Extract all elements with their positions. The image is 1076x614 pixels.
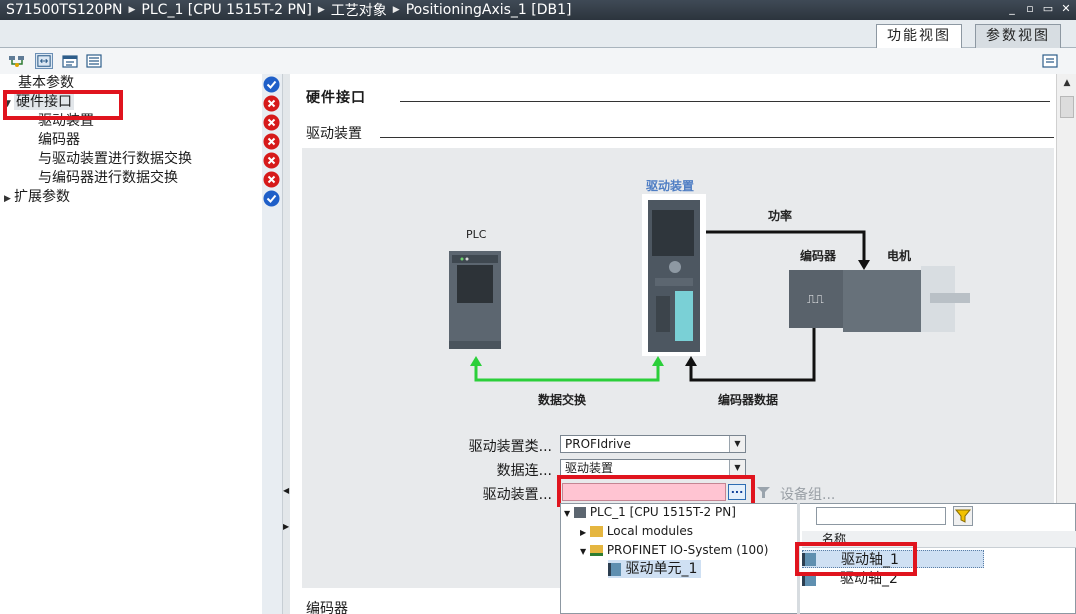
breadcrumb-axis[interactable]: PositioningAxis_1 [DB1]: [406, 2, 572, 18]
power-line: [706, 230, 866, 266]
breadcrumb-separator-icon: ▶: [317, 5, 325, 15]
tab-function-view[interactable]: 功能视图: [876, 24, 962, 49]
expand-right-icon[interactable]: ▶: [283, 522, 289, 531]
tree-item-profinet[interactable]: ▼ PROFINET IO-System (100): [580, 541, 768, 559]
tree-item-plc[interactable]: ▼ PLC_1 [CPU 1515T-2 PN]: [564, 503, 736, 521]
motor-image: ⎍⎍: [789, 266, 970, 332]
network-icon: [589, 545, 603, 556]
plc-image: [449, 251, 501, 349]
tree-item-local-modules[interactable]: ▶ Local modules: [580, 522, 693, 540]
caret-down-icon[interactable]: ▼: [580, 547, 586, 556]
section-rule: [400, 101, 1050, 102]
restore-icon[interactable]: ▫: [1022, 1, 1038, 17]
minimize-icon[interactable]: _: [1004, 1, 1020, 17]
nav-item-encoder-data-exchange[interactable]: 与编码器进行数据交换: [38, 169, 178, 188]
folder-icon: [589, 526, 603, 537]
caret-right-icon[interactable]: ▶: [580, 528, 586, 537]
error-icon: [263, 95, 280, 112]
power-label: 功率: [768, 209, 793, 223]
drive-type-label: 驱动装置类...: [468, 439, 552, 455]
nav-item-drive-data-exchange[interactable]: 与驱动装置进行数据交换: [38, 150, 192, 169]
next-section-title: 编码器: [306, 598, 354, 614]
breadcrumb-technology-objects[interactable]: 工艺对象: [331, 0, 387, 20]
data-exchange-line: [474, 362, 660, 382]
list-view-icon[interactable]: [85, 53, 103, 69]
expand-all-icon[interactable]: [35, 53, 53, 69]
breadcrumb-separator-icon: ▶: [392, 5, 400, 15]
error-icon: [263, 152, 280, 169]
highlight-box: [3, 90, 123, 120]
close-icon[interactable]: ✕: [1058, 1, 1074, 17]
drive-image: [642, 194, 706, 356]
encoder-label: 编码器: [800, 249, 837, 263]
caret-right-icon[interactable]: ▶: [4, 190, 14, 209]
nav-item-extended-params[interactable]: ▶ 扩展参数: [4, 188, 70, 207]
breadcrumb-plc[interactable]: PLC_1 [CPU 1515T-2 PN]: [141, 2, 311, 18]
ok-check-icon: [263, 190, 280, 207]
error-icon: [263, 133, 280, 150]
collapse-tree-icon[interactable]: [61, 53, 79, 69]
encoder-data-line: [689, 328, 816, 382]
chevron-down-icon[interactable]: ▼: [729, 436, 745, 452]
svg-text:⎍⎍: ⎍⎍: [807, 292, 824, 306]
splitter[interactable]: ◀ ▶: [282, 74, 290, 614]
network-view-icon[interactable]: [8, 53, 26, 69]
tab-parameter-view[interactable]: 参数视图: [975, 24, 1061, 48]
breadcrumb-separator-icon: ▶: [128, 5, 136, 15]
highlight-box: [795, 542, 917, 576]
ok-check-icon: [263, 76, 280, 93]
title-bar: S71500TS120PN ▶ PLC_1 [CPU 1515T-2 PN] ▶…: [0, 0, 1076, 20]
plc-icon: [573, 507, 586, 518]
encoder-data-label: 编码器数据: [718, 393, 779, 407]
error-icon: [263, 114, 280, 131]
error-icon: [263, 171, 280, 188]
float-icon[interactable]: ▭: [1040, 1, 1056, 17]
drive-unit-icon: [608, 562, 621, 576]
breadcrumb-project[interactable]: S71500TS120PN: [0, 2, 123, 18]
drive-device-label: 驱动装置...: [482, 487, 552, 503]
panel-settings-icon[interactable]: [1041, 53, 1059, 69]
caret-down-icon[interactable]: ▼: [564, 509, 570, 518]
nav-item-encoder[interactable]: 编码器: [38, 131, 80, 150]
toolbar: [0, 48, 1076, 74]
scroll-thumb[interactable]: [1060, 96, 1074, 118]
scroll-up-icon[interactable]: ▲: [1060, 76, 1074, 90]
drive-type-select[interactable]: PROFIdrive ▼: [560, 435, 746, 453]
section-title: 硬件接口: [306, 87, 372, 107]
tree-item-drive-unit[interactable]: 驱动单元_1: [608, 560, 702, 578]
collapse-left-icon[interactable]: ◀: [283, 486, 289, 495]
device-config-link[interactable]: 设备组...: [780, 484, 835, 504]
device-config-icon[interactable]: [755, 484, 773, 500]
data-connection-label: 数据连...: [496, 463, 552, 479]
motor-label: 电机: [887, 249, 912, 263]
subsection-rule: [380, 137, 1054, 138]
plc-label: PLC: [466, 228, 487, 241]
chevron-down-icon[interactable]: ▼: [729, 460, 745, 476]
view-tabs-bar: 功能视图 参数视图: [0, 20, 1076, 49]
subsection-title: 驱动装置: [306, 123, 368, 143]
data-exchange-label: 数据交换: [538, 393, 587, 407]
filter-input[interactable]: [816, 507, 946, 525]
drive-label: 驱动装置: [646, 179, 695, 193]
filter-icon[interactable]: [953, 506, 973, 526]
